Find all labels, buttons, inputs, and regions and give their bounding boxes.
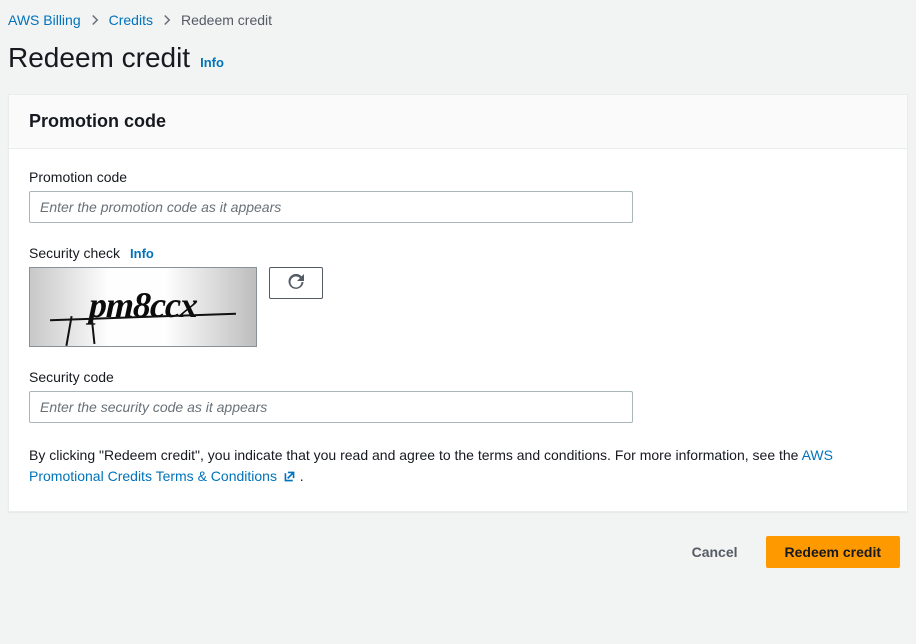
captcha-image: pm8ccx [29, 267, 257, 347]
disclosure-suffix: . [300, 468, 304, 484]
panel-header: Promotion code [9, 95, 907, 149]
disclosure-prefix: By clicking "Redeem credit", you indicat… [29, 447, 802, 463]
breadcrumb: AWS Billing Credits Redeem credit [8, 8, 908, 36]
breadcrumb-link-credits[interactable]: Credits [109, 12, 153, 28]
redeem-credit-button[interactable]: Redeem credit [766, 536, 900, 568]
promotion-code-label: Promotion code [29, 169, 887, 185]
info-link[interactable]: Info [200, 55, 224, 70]
page-title-text: Redeem credit [8, 42, 190, 74]
action-row: Cancel Redeem credit [8, 512, 908, 568]
security-code-input[interactable] [29, 391, 633, 423]
security-check-label: Security check [29, 245, 120, 261]
captcha-text: pm8ccx [88, 284, 197, 326]
refresh-captcha-button[interactable] [269, 267, 323, 299]
refresh-icon [288, 274, 304, 293]
external-link-icon [283, 470, 296, 483]
breadcrumb-link-billing[interactable]: AWS Billing [8, 12, 81, 28]
breadcrumb-current: Redeem credit [181, 12, 272, 28]
promotion-code-panel: Promotion code Promotion code Security c… [8, 94, 908, 512]
chevron-right-icon [89, 14, 101, 26]
panel-title: Promotion code [29, 111, 887, 132]
chevron-right-icon [161, 14, 173, 26]
security-check-info-link[interactable]: Info [130, 246, 154, 261]
terms-disclosure: By clicking "Redeem credit", you indicat… [29, 445, 887, 487]
security-code-label: Security code [29, 369, 887, 385]
cancel-button[interactable]: Cancel [674, 536, 756, 568]
page-title: Redeem credit Info [8, 36, 908, 94]
promotion-code-input[interactable] [29, 191, 633, 223]
